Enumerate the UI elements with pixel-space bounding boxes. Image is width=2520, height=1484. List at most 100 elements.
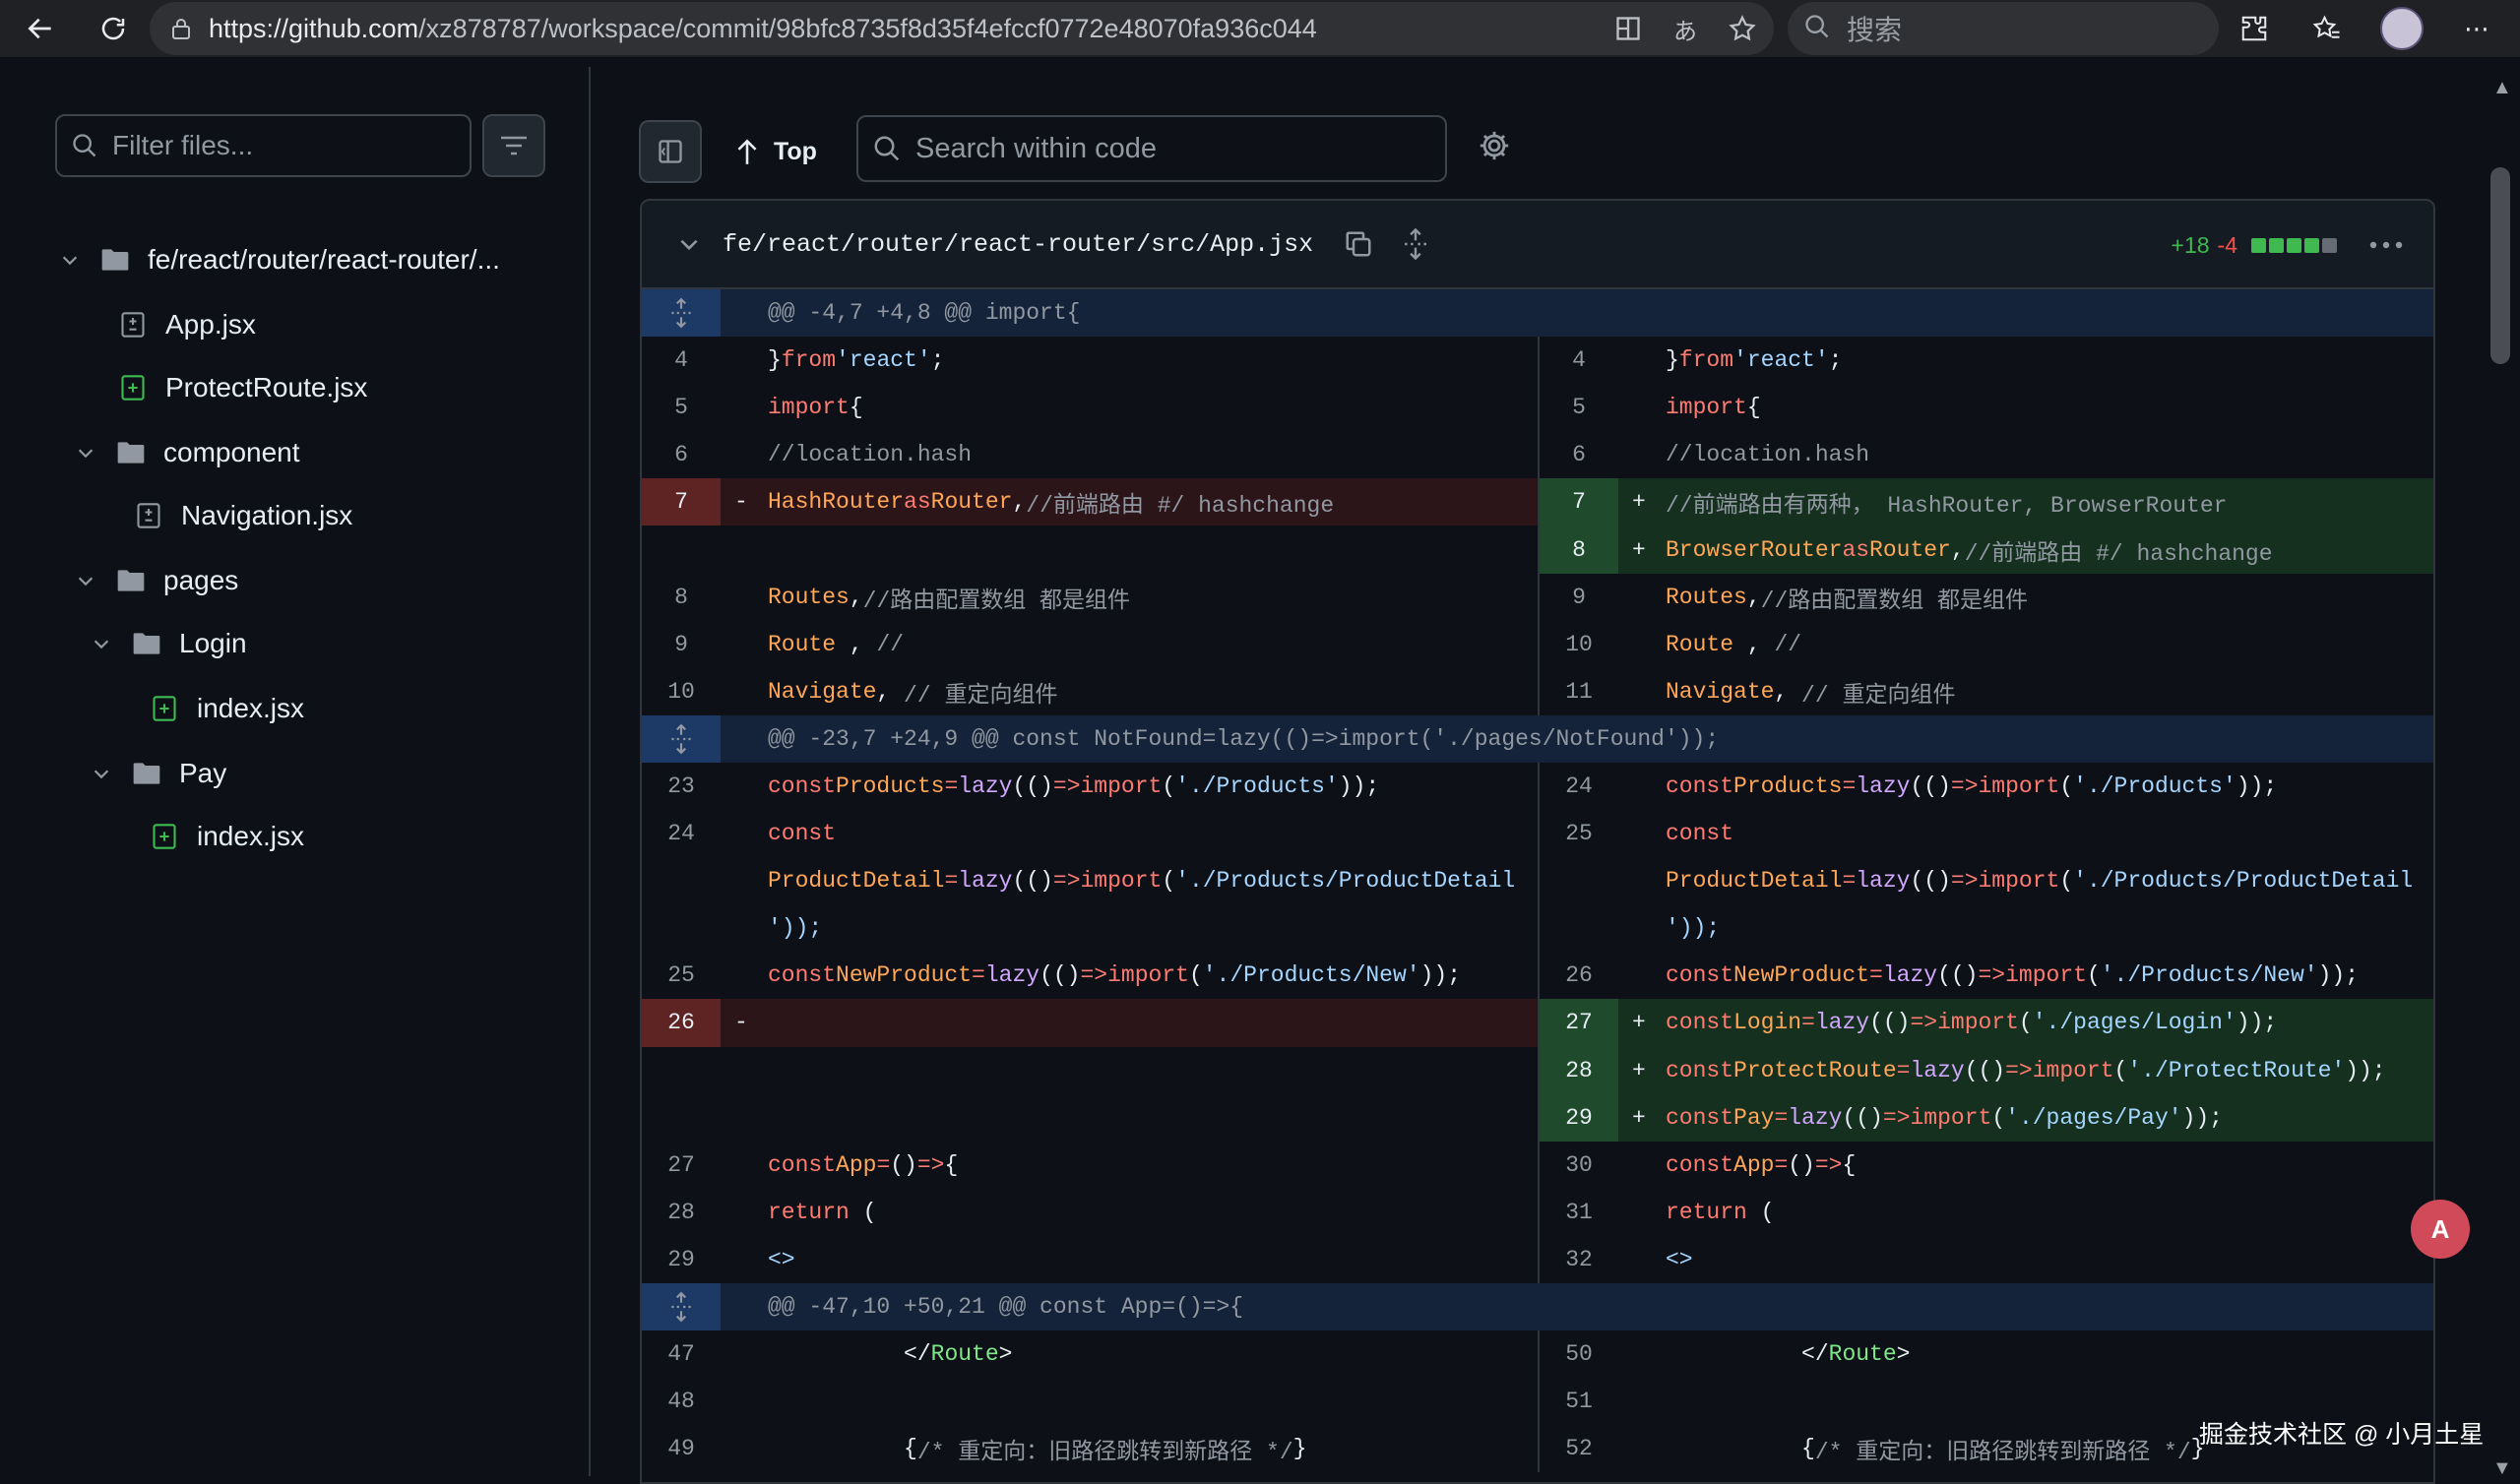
chevron-down-icon[interactable] xyxy=(55,249,85,271)
url-text[interactable]: https://github.com/xz878787/workspace/co… xyxy=(209,14,1317,44)
old-side-line: 5 import{ xyxy=(642,384,1538,431)
back-icon[interactable] xyxy=(18,6,63,51)
file-added-icon xyxy=(116,371,150,404)
filter-options-button[interactable] xyxy=(482,114,545,177)
hunk-header-text: @@ -23,7 +24,9 @@ const NotFound=lazy(()… xyxy=(768,725,1720,752)
diff-stat: +18 -4 xyxy=(2172,201,2337,289)
tree-folder[interactable]: Login xyxy=(87,616,247,671)
line-number[interactable]: 7 xyxy=(1540,478,1618,526)
line-number[interactable]: 28 xyxy=(642,1189,721,1236)
line-number[interactable]: 32 xyxy=(1540,1236,1618,1283)
more-options-icon[interactable] xyxy=(2366,225,2406,265)
line-number[interactable]: 24 xyxy=(1540,763,1618,810)
line-number[interactable]: 26 xyxy=(642,999,721,1047)
favorite-star-icon[interactable] xyxy=(1725,11,1760,46)
line-number[interactable] xyxy=(1540,904,1618,952)
scrollbar-thumb[interactable] xyxy=(2490,167,2510,364)
line-number[interactable]: 8 xyxy=(642,574,721,621)
line-number[interactable]: 10 xyxy=(642,668,721,715)
translate-icon[interactable]: あ xyxy=(1668,11,1703,46)
expand-hunk-icon[interactable] xyxy=(642,1282,721,1331)
line-number[interactable]: 50 xyxy=(1540,1330,1618,1378)
line-number[interactable]: 51 xyxy=(1540,1378,1618,1425)
line-number[interactable]: 5 xyxy=(1540,384,1618,431)
line-number[interactable]: 52 xyxy=(1540,1425,1618,1472)
chevron-down-icon[interactable] xyxy=(71,442,100,464)
toggle-file-tree-button[interactable] xyxy=(639,120,702,183)
gear-icon[interactable] xyxy=(1475,126,1514,165)
lock-icon[interactable] xyxy=(167,15,195,42)
line-number[interactable]: 4 xyxy=(1540,337,1618,384)
tree-file[interactable]: App.jsx xyxy=(116,297,256,352)
filter-files-input[interactable]: Filter files... xyxy=(55,114,472,177)
chevron-down-icon[interactable] xyxy=(87,763,116,784)
line-number[interactable]: 26 xyxy=(1540,952,1618,999)
extensions-icon[interactable] xyxy=(2235,9,2274,48)
line-number[interactable]: 9 xyxy=(1540,574,1618,621)
line-number[interactable]: 27 xyxy=(642,1142,721,1189)
chevron-down-icon[interactable] xyxy=(71,570,100,591)
line-number[interactable]: 31 xyxy=(1540,1189,1618,1236)
expand-hunk-icon[interactable] xyxy=(642,714,721,763)
line-number[interactable]: 11 xyxy=(1540,668,1618,715)
line-number[interactable] xyxy=(1540,857,1618,904)
split-divider xyxy=(1538,431,1540,479)
line-number[interactable]: 4 xyxy=(642,337,721,384)
line-number[interactable] xyxy=(642,1047,721,1094)
favorites-icon[interactable] xyxy=(2307,9,2347,48)
tree-folder[interactable]: pages xyxy=(71,553,238,608)
chevron-down-icon[interactable] xyxy=(87,633,116,654)
line-number[interactable] xyxy=(642,526,721,573)
scroll-top-button[interactable]: Top xyxy=(734,120,817,183)
tree-folder[interactable]: fe/react/router/react-router/... xyxy=(55,232,500,287)
chevron-down-icon[interactable] xyxy=(669,224,709,264)
translate-fab-button[interactable]: A xyxy=(2411,1200,2470,1259)
line-number[interactable]: 6 xyxy=(1540,431,1618,478)
line-number[interactable]: 23 xyxy=(642,763,721,810)
line-number[interactable]: 8 xyxy=(1540,526,1618,574)
tree-folder[interactable]: Pay xyxy=(87,746,226,801)
line-number[interactable]: 29 xyxy=(642,1236,721,1283)
address-bar[interactable]: https://github.com/xz878787/workspace/co… xyxy=(150,2,1774,55)
line-number[interactable]: 49 xyxy=(642,1425,721,1472)
line-number[interactable]: 28 xyxy=(1540,1046,1618,1094)
tree-file[interactable]: index.jsx xyxy=(148,681,304,736)
line-number[interactable]: 7 xyxy=(642,478,721,526)
line-number[interactable]: 6 xyxy=(642,431,721,478)
more-menu-icon[interactable]: ⋯ xyxy=(2457,9,2496,48)
old-side-line: ProductDetail = lazy(() => import('./Product… xyxy=(642,857,1538,904)
line-number[interactable]: 30 xyxy=(1540,1142,1618,1189)
line-number[interactable]: 25 xyxy=(1540,810,1618,857)
reload-icon[interactable] xyxy=(91,6,136,51)
diff-file-path[interactable]: fe/react/router/react-router/src/App.jsx xyxy=(723,230,1313,259)
split-divider xyxy=(1538,1330,1540,1379)
line-number[interactable] xyxy=(642,1094,721,1142)
line-number[interactable]: 29 xyxy=(1540,1093,1618,1142)
expand-all-icon[interactable] xyxy=(1396,224,1435,264)
tree-folder[interactable]: component xyxy=(71,425,300,480)
browser-search-box[interactable]: 搜索 xyxy=(1788,2,2219,55)
split-screen-icon[interactable] xyxy=(1610,11,1646,46)
line-number[interactable]: 9 xyxy=(642,621,721,668)
page-scrollbar[interactable]: ▲ ▼ xyxy=(2485,67,2520,1484)
line-number[interactable]: 48 xyxy=(642,1378,721,1425)
expand-hunk-icon[interactable] xyxy=(642,289,721,338)
line-number[interactable]: 25 xyxy=(642,952,721,999)
diff-line-row: 23 const Products = lazy(() => import('./Prod… xyxy=(642,762,2433,811)
line-number[interactable]: 47 xyxy=(642,1330,721,1378)
profile-avatar[interactable] xyxy=(2380,7,2424,50)
copy-icon[interactable] xyxy=(1339,224,1378,264)
line-number[interactable]: 24 xyxy=(642,810,721,857)
line-number[interactable]: 10 xyxy=(1540,621,1618,668)
scroll-down-icon[interactable]: ▼ xyxy=(2492,1457,2512,1480)
scroll-up-icon[interactable]: ▲ xyxy=(2492,77,2512,99)
line-number[interactable]: 5 xyxy=(642,384,721,431)
tree-file[interactable]: index.jsx xyxy=(148,809,304,864)
line-number[interactable]: 27 xyxy=(1540,999,1618,1047)
tree-file[interactable]: ProtectRoute.jsx xyxy=(116,360,367,415)
line-number[interactable] xyxy=(642,857,721,904)
line-number[interactable] xyxy=(642,904,721,952)
split-divider xyxy=(1538,573,1540,621)
search-within-code-input[interactable]: Search within code xyxy=(856,115,1447,182)
tree-file[interactable]: Navigation.jsx xyxy=(132,488,352,543)
